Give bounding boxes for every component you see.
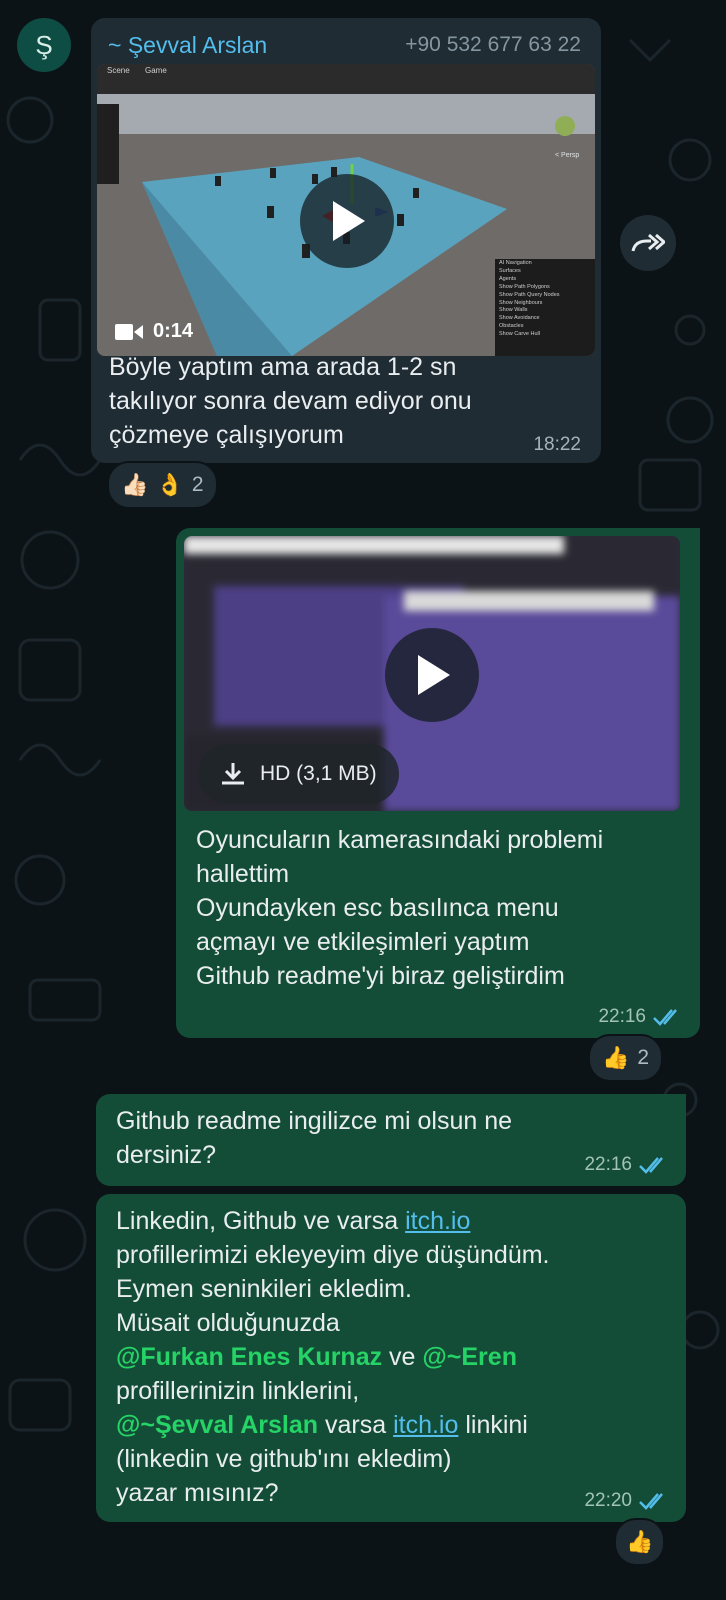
ai-panel-item: Show Walls — [499, 307, 528, 314]
ai-panel-item: Show Path Polygons — [499, 283, 550, 290]
sender-name[interactable]: ~ Şevval Arslan — [108, 32, 267, 59]
game-tab-label: Game — [145, 66, 167, 75]
avatar-letter: Ş — [35, 29, 53, 60]
reaction-emoji: 👍 — [626, 1529, 654, 1554]
sender-phone: +90 532 677 63 22 — [405, 33, 581, 56]
message-text-segment: ve — [382, 1343, 423, 1371]
ai-panel-item: Agents — [499, 275, 517, 282]
persp-label: < Persp — [555, 152, 580, 159]
ai-navigation-panel: AI Navigation Surfaces Agents Show Path … — [499, 260, 593, 339]
sender-avatar[interactable]: Ş — [17, 18, 71, 72]
read-receipt-icon — [639, 1493, 663, 1510]
play-button[interactable] — [300, 174, 394, 268]
reactions-badge[interactable]: 👍 2 — [588, 1034, 664, 1082]
play-button[interactable] — [385, 628, 479, 722]
ai-panel-item: Show Neighbours — [499, 299, 543, 306]
video-thumbnail[interactable]: Scene Game < Persp AI Navigation Surface… — [97, 64, 595, 356]
message-text: Github readme ingilizce mi olsun ne ders… — [116, 1107, 513, 1169]
download-label: HD (3,1 MB) — [260, 762, 377, 785]
reaction-emoji: 👍 — [602, 1045, 630, 1070]
message-meta: 22:16 — [598, 1006, 684, 1028]
mention-eren[interactable]: @~Eren — [422, 1343, 517, 1371]
forward-icon — [631, 233, 665, 252]
reaction-count: 2 — [637, 1046, 650, 1069]
ai-panel-item: Show Avoidance — [499, 315, 540, 322]
ai-panel-item: Show Path Query Nodes — [499, 291, 560, 298]
message-time: 22:20 — [584, 1490, 632, 1511]
mention-furkan[interactable]: @Furkan Enes Kurnaz — [116, 1343, 382, 1371]
read-receipt-icon — [653, 1009, 677, 1026]
message-time: 22:16 — [598, 1006, 646, 1027]
outgoing-text-message[interactable]: Github readme ingilizce mi olsun ne ders… — [96, 1094, 686, 1186]
ai-panel-item: Show Carve Hull — [499, 331, 540, 338]
play-icon — [333, 201, 365, 241]
duration-label: 0:14 — [153, 320, 194, 342]
reactions-badge[interactable]: 👍 — [614, 1518, 666, 1566]
play-icon — [418, 655, 450, 695]
message-text: Linkedin, Github ve varsa itch.io profil… — [116, 1204, 676, 1510]
outgoing-text-message[interactable]: Linkedin, Github ve varsa itch.io profil… — [96, 1194, 686, 1522]
message-text-segment: varsa — [318, 1411, 394, 1439]
itch-io-link[interactable]: itch.io — [393, 1411, 458, 1439]
video-thumbnail-blurred[interactable]: HD (3,1 MB) — [184, 536, 680, 811]
ai-panel-item: Surfaces — [499, 267, 521, 274]
download-icon — [222, 763, 244, 785]
message-text-segment: profillerimizi ekleyeyim diye düşündüm. … — [116, 1241, 550, 1337]
video-camera-icon — [115, 323, 143, 340]
incoming-video-message[interactable]: ~ Şevval Arslan +90 532 677 63 22 Scene — [91, 18, 601, 463]
itch-io-link[interactable]: itch.io — [405, 1207, 470, 1235]
download-button[interactable]: HD (3,1 MB) — [198, 744, 399, 804]
reaction-count: 2 — [191, 473, 204, 496]
reactions-badge[interactable]: 👍🏻 👌 2 — [107, 461, 218, 509]
reaction-emoji: 👍🏻 — [121, 472, 149, 497]
ai-panel-item: Obstacles — [499, 323, 524, 330]
reaction-emoji: 👌 — [156, 472, 184, 497]
ai-panel-item: AI Navigation — [499, 260, 532, 266]
read-receipt-icon — [639, 1157, 663, 1174]
message-text: Böyle yaptım ama arada 1-2 sn takılıyor … — [109, 353, 472, 449]
message-text: Oyuncuların kamerasındaki problemi halle… — [196, 826, 604, 990]
message-time: 18:22 — [533, 434, 581, 455]
message-meta: 22:20 — [584, 1490, 670, 1512]
scene-tab-label: Scene — [107, 66, 130, 75]
video-duration: 0:14 — [115, 320, 193, 343]
forward-button[interactable] — [620, 215, 676, 271]
message-text-segment: Linkedin, Github ve varsa — [116, 1207, 406, 1235]
outgoing-video-message[interactable]: HD (3,1 MB) Oyuncuların kamerasındaki pr… — [176, 528, 700, 1038]
message-text-segment: profillerinizin linklerini, — [116, 1377, 360, 1405]
message-time: 22:16 — [584, 1154, 632, 1175]
message-meta: 22:16 — [584, 1154, 670, 1176]
mention-sevval[interactable]: @~Şevval Arslan — [116, 1411, 318, 1439]
